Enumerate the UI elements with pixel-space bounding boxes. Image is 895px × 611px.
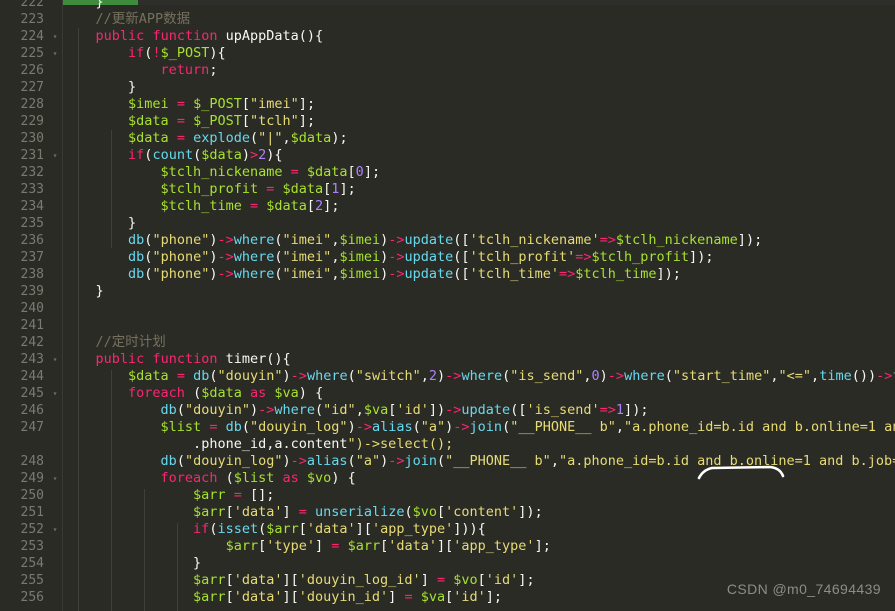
editor-gutter[interactable]: 222 223 224 ▾ 225 ▾ 226 227 228 229 230 231 ▾ 232 233 2… — [0, 0, 63, 611]
line-number: 254 — [20, 556, 44, 571]
line-number: 235 — [20, 216, 44, 231]
line-number: 247 — [20, 420, 44, 435]
code-line[interactable]: $imei = $_POST["imei"]; — [63, 96, 315, 113]
line-number: 231 — [20, 148, 44, 163]
code-line[interactable]: } — [63, 79, 136, 96]
indent-guide — [144, 489, 145, 611]
indent-guide — [111, 130, 112, 248]
fold-toggle-icon[interactable]: ▾ — [50, 521, 60, 538]
code-surface[interactable]: } //更新APP数据 public function upAppData(){… — [63, 0, 895, 611]
indent-guide — [111, 370, 112, 611]
code-line[interactable]: db("phone")->where("imei",$imei)->update… — [63, 232, 762, 249]
code-line[interactable]: if(count($data)>2){ — [63, 147, 283, 164]
line-number: 224 — [20, 29, 44, 44]
code-line[interactable]: $data = explode("|",$data); — [63, 130, 348, 147]
code-line[interactable]: $data = $_POST["tclh"]; — [63, 113, 315, 130]
line-number: 229 — [20, 114, 44, 129]
line-number: 241 — [20, 318, 44, 333]
line-number: 239 — [20, 284, 44, 299]
code-line[interactable]: foreach ($list as $vo) { — [63, 470, 356, 487]
code-line[interactable]: public function timer(){ — [63, 351, 291, 368]
code-line[interactable]: } — [63, 215, 136, 232]
code-line[interactable]: db("douyin_log")->alias("a")->join("__PH… — [63, 453, 895, 470]
line-number: 232 — [20, 165, 44, 180]
fold-toggle-icon[interactable]: ▾ — [50, 470, 60, 487]
line-number: 251 — [20, 505, 44, 520]
line-number: 234 — [20, 199, 44, 214]
line-number: 255 — [20, 573, 44, 588]
code-line[interactable]: $data = db("douyin")->where("switch",2)-… — [63, 368, 895, 385]
line-number: 252 — [20, 522, 44, 537]
line-number: 225 — [20, 46, 44, 61]
line-number: 248 — [20, 454, 44, 469]
code-line[interactable]: $tclh_time = $data[2]; — [63, 198, 340, 215]
line-number: 238 — [20, 267, 44, 282]
line-number: 253 — [20, 539, 44, 554]
code-line[interactable]: public function upAppData(){ — [63, 28, 324, 45]
line-number: 236 — [20, 233, 44, 248]
code-line[interactable]: $arr['data']['douyin_id'] = $va['id']; — [63, 589, 502, 606]
fold-toggle-icon[interactable]: ▾ — [50, 45, 60, 62]
code-line[interactable]: $list = db("douyin_log")->alias("a")->jo… — [63, 419, 895, 436]
line-number: 246 — [20, 403, 44, 418]
code-line[interactable]: .phone_id,a.content")->select(); — [63, 436, 453, 453]
line-number: 250 — [20, 488, 44, 503]
code-line[interactable]: if(isset($arr['data']['app_type'])){ — [63, 521, 486, 538]
code-line[interactable]: $arr['type'] = $arr['data']['app_type']; — [63, 538, 551, 555]
code-line[interactable]: db("phone")->where("imei",$imei)->update… — [63, 266, 681, 283]
fold-toggle-icon[interactable]: ▾ — [50, 385, 60, 402]
code-line[interactable]: //更新APP数据 — [63, 11, 191, 28]
code-line[interactable]: if(!$_POST){ — [63, 45, 226, 62]
code-line[interactable]: $arr['data']['douyin_log_id'] = $vo['id'… — [63, 572, 535, 589]
fold-toggle-icon[interactable]: ▾ — [50, 147, 60, 164]
line-number: 226 — [20, 63, 44, 78]
code-line[interactable]: foreach ($data as $va) { — [63, 385, 323, 402]
line-number: 244 — [20, 369, 44, 384]
line-number: 240 — [20, 301, 44, 316]
code-line[interactable]: db("phone")->where("imei",$imei)->update… — [63, 249, 713, 266]
line-number: 233 — [20, 182, 44, 197]
code-line[interactable]: } — [63, 283, 104, 300]
line-number: 256 — [20, 590, 44, 605]
line-number: 242 — [20, 335, 44, 350]
indent-guide — [78, 28, 79, 611]
line-number: 222 — [20, 0, 44, 10]
code-line[interactable]: return; — [63, 62, 218, 79]
fold-toggle-icon[interactable]: ▾ — [50, 351, 60, 368]
indent-guide — [177, 523, 178, 611]
line-number: 245 — [20, 386, 44, 401]
code-line[interactable]: $arr['data'] = unserialize($vo['content'… — [63, 504, 543, 521]
code-line[interactable]: $arr = []; — [63, 487, 274, 504]
line-number: 228 — [20, 97, 44, 112]
code-line[interactable]: } — [63, 555, 201, 572]
line-number: 249 — [20, 471, 44, 486]
code-line[interactable]: } — [63, 0, 104, 11]
fold-toggle-icon[interactable]: ▾ — [50, 28, 60, 45]
line-number: 243 — [20, 352, 44, 367]
code-line[interactable]: $tclh_profit = $data[1]; — [63, 181, 356, 198]
csdn-watermark: CSDN @m0_74694439 — [726, 581, 881, 597]
line-number: 237 — [20, 250, 44, 265]
line-number: 227 — [20, 80, 44, 95]
line-number: 230 — [20, 131, 44, 146]
line-number: 223 — [20, 12, 44, 27]
code-line[interactable]: db("douyin")->where("id",$va['id'])->upd… — [63, 402, 649, 419]
code-editor[interactable]: 222 223 224 ▾ 225 ▾ 226 227 228 229 230 231 ▾ 232 233 2… — [0, 0, 895, 611]
